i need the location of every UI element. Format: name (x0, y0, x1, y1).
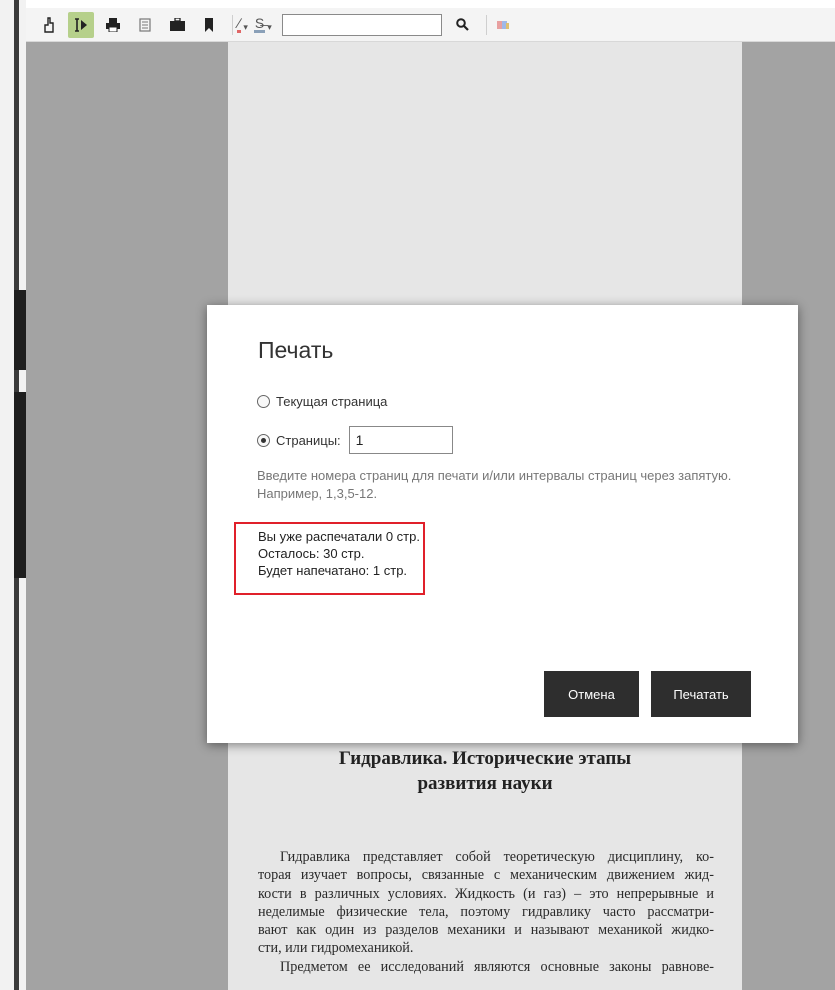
radio-unchecked[interactable] (257, 395, 270, 408)
pen-icon: ∕ (237, 15, 242, 33)
page-view-button[interactable] (132, 12, 158, 38)
pages-hint: Введите номера страниц для печати и/или … (257, 468, 732, 501)
bookmark-icon (205, 17, 213, 32)
print-dialog: Печать Текущая страница Страницы: Введит… (207, 305, 798, 743)
toolbar-separator (485, 14, 487, 35)
body-line: сти, или гидромеханикой. (258, 940, 414, 957)
hand-tool-button[interactable] (36, 12, 62, 38)
left-edge-strip (14, 290, 26, 370)
remaining-count: Осталось: 30 стр. (258, 546, 365, 561)
print-icon (106, 17, 120, 32)
chevron-down-icon: ▾ (267, 22, 272, 32)
chevron-down-icon: ▾ (243, 22, 248, 32)
search-icon (456, 18, 470, 31)
briefcase-button[interactable] (164, 12, 190, 38)
current-page-option[interactable]: Текущая страница (257, 394, 387, 409)
hand-icon (44, 16, 54, 33)
print-button[interactable] (100, 12, 126, 38)
color-button[interactable] (491, 12, 517, 38)
document-title: Гидравлика. Исторические этапы развития … (228, 746, 742, 796)
briefcase-icon (169, 18, 185, 31)
pen-dropdown[interactable]: ∕ ▾ (237, 16, 248, 33)
document-body: Гидравлика представляет собой теоретичес… (258, 848, 714, 976)
color-icon (496, 20, 509, 29)
page-icon (139, 17, 151, 32)
bookmark-button[interactable] (196, 12, 222, 38)
cancel-button[interactable]: Отмена (544, 671, 639, 717)
search-button[interactable] (450, 12, 476, 38)
strikethrough-icon: S̶ (253, 15, 266, 33)
search-input[interactable] (281, 13, 442, 36)
body-line: неделимые физические тела, поэтому гидра… (258, 903, 714, 920)
text-select-icon (75, 17, 87, 32)
dialog-title: Печать (258, 337, 334, 363)
body-line: торая изучает вопросы, связанные с механ… (258, 867, 714, 884)
radio-dot (261, 437, 266, 443)
toolbar-separator (232, 14, 233, 35)
printed-count: Вы уже распечатали 0 стр. (258, 529, 420, 544)
print-button[interactable]: Печатать (651, 671, 751, 717)
will-print-count: Будет напечатано: 1 стр. (258, 563, 408, 578)
pages-input[interactable] (348, 426, 453, 454)
body-line: Предметом ее исследований являются основ… (280, 958, 714, 975)
body-line: вают как один из разделов механики и наз… (258, 922, 714, 939)
body-line: Гидравлика представляет собой теоретичес… (280, 849, 714, 865)
body-line: кости в различных условиях. Жидкость (и … (258, 885, 714, 902)
toolbar: ∕ ▾ S̶ ▾ (26, 8, 835, 42)
strikethrough-dropdown[interactable]: S̶ ▾ (253, 15, 272, 33)
pages-option[interactable]: Страницы: (257, 426, 453, 454)
document-title-line: развития науки (417, 773, 553, 794)
text-select-button[interactable] (68, 11, 94, 38)
radio-checked[interactable] (257, 433, 270, 447)
document-title-line: Гидравлика. Исторические этапы (338, 748, 632, 769)
pages-label: Страницы: (276, 432, 341, 448)
current-page-label: Текущая страница (276, 394, 388, 409)
print-stats-box: Вы уже распечатали 0 стр. Осталось: 30 с… (234, 522, 425, 595)
left-edge-strip (14, 392, 26, 578)
